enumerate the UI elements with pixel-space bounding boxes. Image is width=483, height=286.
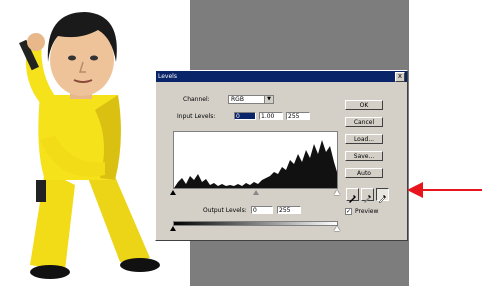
input-levels-label: Input Levels:	[177, 113, 216, 120]
input-levels-gamma-field[interactable]: 1.00	[259, 112, 283, 120]
auto-button[interactable]: Auto	[345, 168, 383, 178]
output-black-slider[interactable]	[170, 226, 176, 231]
white-point-eyedropper-icon[interactable]	[376, 188, 389, 204]
save-button[interactable]: Save...	[345, 151, 383, 161]
input-gamma-slider[interactable]	[253, 190, 259, 195]
chevron-down-icon[interactable]: ▼	[264, 96, 273, 103]
histogram-graph	[174, 140, 337, 188]
output-levels-black-field[interactable]: 0	[251, 206, 273, 214]
channel-select[interactable]: RGB ▼	[228, 95, 274, 104]
preview-checkbox[interactable]: ✓	[345, 208, 352, 215]
channel-label: Channel:	[183, 96, 210, 103]
output-levels-label: Output Levels:	[203, 207, 247, 214]
gray-point-eyedropper-icon[interactable]	[361, 188, 374, 203]
dialog-title: Levels	[158, 73, 177, 80]
dialog-titlebar[interactable]: Levels x	[156, 71, 407, 82]
ok-button[interactable]: OK	[345, 100, 383, 110]
input-levels-white-field[interactable]: 255	[286, 112, 310, 120]
close-icon[interactable]: x	[395, 71, 405, 82]
red-arrow-annotation	[407, 182, 482, 198]
levels-dialog: Levels x Channel: RGB ▼ Input Levels: 0 …	[155, 70, 408, 241]
output-white-slider[interactable]	[334, 226, 340, 231]
load-button[interactable]: Load...	[345, 134, 383, 144]
output-gradient-bar	[173, 221, 338, 226]
input-levels-black-field[interactable]: 0	[234, 112, 256, 120]
output-levels-white-field[interactable]: 255	[277, 206, 301, 214]
channel-select-value: RGB	[231, 96, 244, 103]
cancel-button[interactable]: Cancel	[345, 117, 383, 127]
black-point-eyedropper-icon[interactable]	[346, 188, 359, 203]
preview-label: Preview	[355, 208, 379, 215]
input-black-slider[interactable]	[170, 190, 176, 195]
histogram	[173, 131, 338, 189]
input-white-slider[interactable]	[334, 190, 340, 195]
